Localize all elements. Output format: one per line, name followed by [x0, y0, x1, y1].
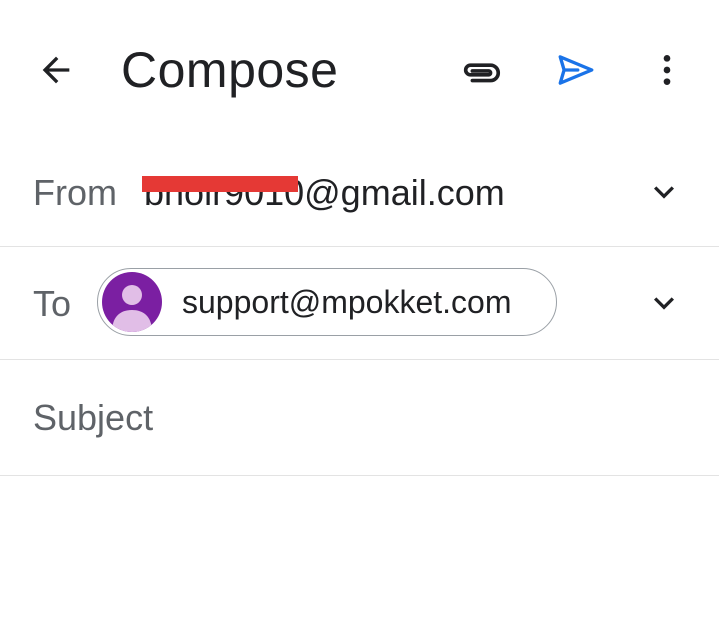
back-button[interactable] [26, 44, 86, 96]
chevron-down-icon [654, 297, 674, 310]
top-app-bar: Compose [0, 0, 719, 140]
paperclip-icon [463, 63, 500, 83]
page-title: Compose [121, 42, 339, 98]
send-button[interactable] [548, 44, 604, 96]
send-icon [558, 55, 594, 85]
subject-row [0, 360, 719, 475]
redaction-mark [142, 176, 298, 192]
recipient-chip[interactable]: support@mpokket.com [97, 268, 557, 336]
arrow-back-icon [42, 56, 70, 84]
from-row: From bhoir9010@gmail.com [0, 140, 719, 246]
to-expand-button[interactable] [640, 279, 688, 327]
attach-button[interactable] [452, 44, 510, 96]
from-expand-button[interactable] [640, 168, 688, 216]
compose-body-area[interactable] [0, 476, 719, 620]
to-row: To support@mpokket.com [0, 247, 719, 359]
to-label: To [33, 283, 72, 324]
chevron-down-icon [654, 186, 674, 199]
from-label: From [33, 172, 117, 213]
recipient-email: support@mpokket.com [182, 284, 512, 320]
person-icon [112, 285, 152, 332]
more-options-button[interactable] [644, 44, 690, 96]
avatar [102, 272, 162, 332]
compose-screen: Compose From bhoir9010@gmail.com To supp… [0, 0, 719, 620]
subject-input[interactable] [33, 390, 673, 446]
more-vert-icon [663, 55, 671, 85]
